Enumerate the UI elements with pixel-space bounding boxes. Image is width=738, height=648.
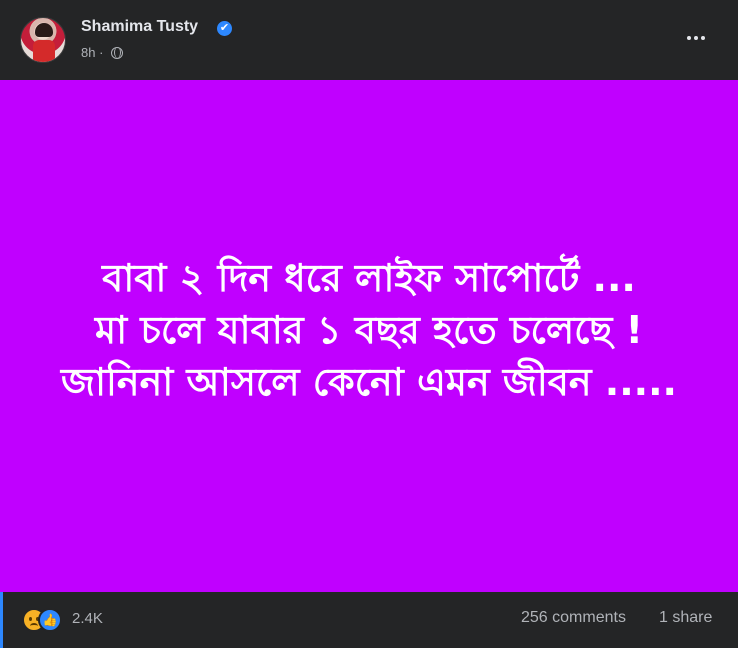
- more-options-icon[interactable]: [681, 28, 711, 48]
- post-line: মা চলে যাবার ১ বছর হতে চলেছে !: [94, 308, 643, 352]
- avatar-figure: [33, 40, 55, 62]
- post-line: বাবা ২ দিন ধরে লাইফ সাপোর্টে ...: [102, 256, 636, 300]
- post-footer: [0, 592, 738, 648]
- post-text: বাবা ২ দিন ধরে লাইফ সাপোর্টে ... মা চলে …: [61, 252, 677, 408]
- author-name[interactable]: Shamima Tusty: [81, 18, 198, 36]
- post-timestamp[interactable]: 8h ·: [81, 45, 103, 60]
- more-dot: [694, 36, 698, 40]
- verified-badge-icon: ✔: [217, 21, 232, 36]
- reaction-icons[interactable]: 👍: [22, 608, 68, 632]
- more-dot: [701, 36, 705, 40]
- more-dot: [687, 36, 691, 40]
- post-line: জানিনা আসলে কেনো এমন জীবন .....: [61, 360, 677, 404]
- post-header: Shamima Tusty ✔ 8h ·: [0, 0, 738, 80]
- globe-icon[interactable]: [111, 47, 123, 59]
- focus-indicator: [0, 592, 3, 648]
- author-avatar[interactable]: [20, 17, 66, 63]
- reaction-count[interactable]: 2.4K: [72, 610, 103, 627]
- post-content[interactable]: বাবা ২ দিন ধরে লাইফ সাপোর্টে ... মা চলে …: [0, 80, 738, 592]
- like-icon: 👍: [38, 608, 62, 632]
- avatar-head: [35, 23, 53, 37]
- facebook-post: Shamima Tusty ✔ 8h · বাবা ২ দিন ধরে লাইফ…: [0, 0, 738, 648]
- comments-count-link[interactable]: 256 comments: [521, 609, 626, 627]
- shares-count-link[interactable]: 1 share: [659, 609, 712, 627]
